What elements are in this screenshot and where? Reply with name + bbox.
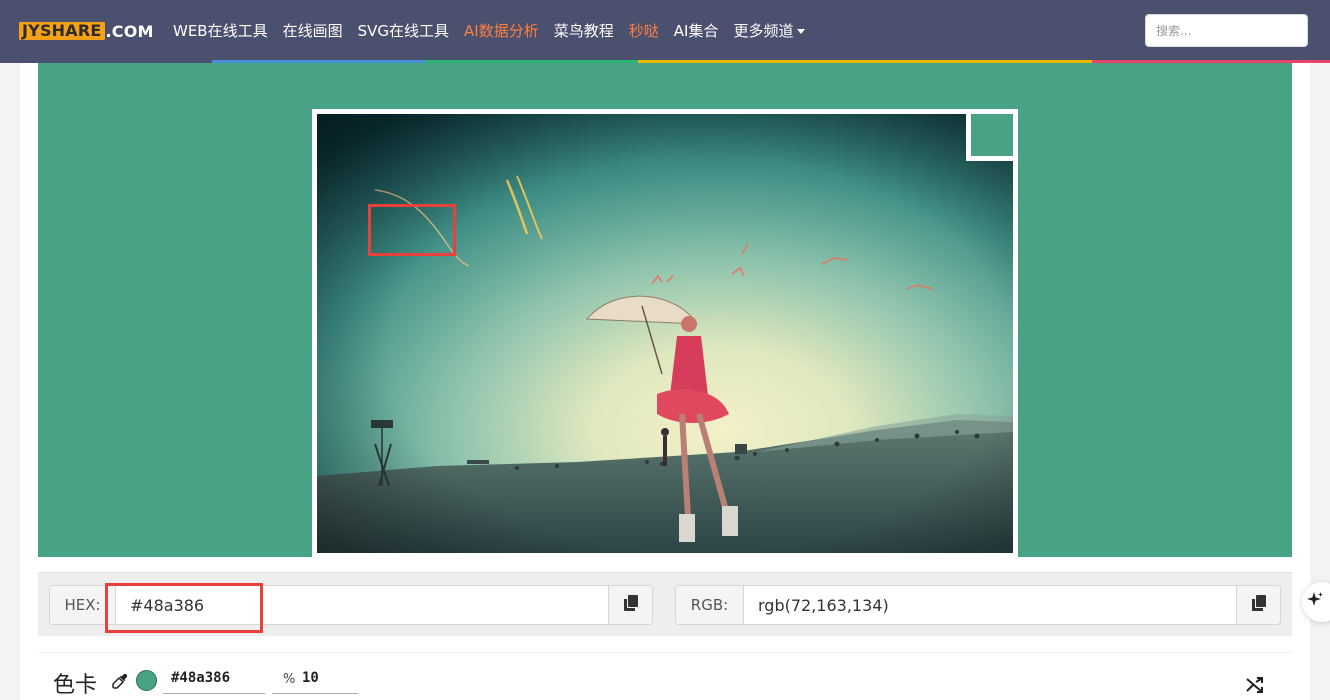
nav-item-label: 更多频道 [733, 21, 794, 40]
nav-item-label: 秒哒 [628, 21, 659, 40]
nav-item-2[interactable]: SVG在线工具 [358, 20, 449, 41]
color-card-hex-input[interactable] [163, 662, 265, 694]
nav-item-label: WEB在线工具 [173, 21, 268, 40]
logo-suffix: .COM [105, 21, 154, 41]
rgb-label: RGB: [676, 586, 744, 624]
copy-icon [1251, 594, 1266, 616]
nav-item-6[interactable]: AI集合 [674, 20, 719, 41]
hex-copy-button[interactable] [608, 586, 652, 624]
nav-item-label: 在线画图 [282, 21, 343, 40]
photo-scene-image [317, 114, 1013, 553]
nav-item-label: AI集合 [673, 21, 719, 40]
site-logo[interactable]: JYSHARE .COM [19, 21, 154, 41]
shuffle-icon[interactable] [1245, 675, 1265, 695]
nav-item-label: AI数据分析 [464, 21, 539, 40]
hex-input-group: HEX: [49, 585, 653, 625]
copy-icon [623, 594, 638, 616]
source-photo[interactable] [317, 114, 1013, 553]
rgb-input-group: RGB: [675, 585, 1281, 625]
nav-menu: WEB在线工具 在线画图 SVG在线工具 AI数据分析 菜鸟教程 秒哒 AI集合 更多频道 [173, 19, 820, 41]
nav-item-3[interactable]: AI数据分析 [464, 20, 539, 41]
logo-box: JYSHARE [19, 22, 105, 40]
nav-item-1[interactable]: 在线画图 [283, 20, 343, 41]
nav-item-4[interactable]: 菜鸟教程 [554, 20, 614, 41]
eyedropper-icon[interactable] [112, 673, 128, 689]
sparkle-icon [1306, 591, 1324, 614]
caret-down-icon [797, 28, 806, 34]
search-input[interactable] [1145, 14, 1308, 47]
color-card-dot[interactable] [136, 670, 157, 691]
nav-item-label: SVG在线工具 [357, 21, 450, 40]
rgb-copy-button[interactable] [1236, 586, 1280, 624]
hex-label: HEX: [50, 586, 116, 624]
rgb-value-input[interactable] [744, 586, 1236, 624]
hex-value-input[interactable] [116, 586, 608, 624]
top-navbar: JYSHARE .COM WEB在线工具 在线画图 SVG在线工具 AI数据分析 菜鸟教… [0, 0, 1330, 60]
sample-region-box[interactable] [368, 204, 456, 256]
color-card-title: 色卡 [53, 673, 98, 698]
nav-item-label: 菜鸟教程 [553, 21, 614, 40]
percent-icon: % [283, 672, 296, 687]
nav-item-7[interactable]: 更多频道 [733, 20, 806, 41]
picked-color-swatch [971, 114, 1013, 156]
nav-item-5[interactable]: 秒哒 [629, 20, 659, 41]
nav-item-0[interactable]: WEB在线工具 [173, 20, 268, 41]
